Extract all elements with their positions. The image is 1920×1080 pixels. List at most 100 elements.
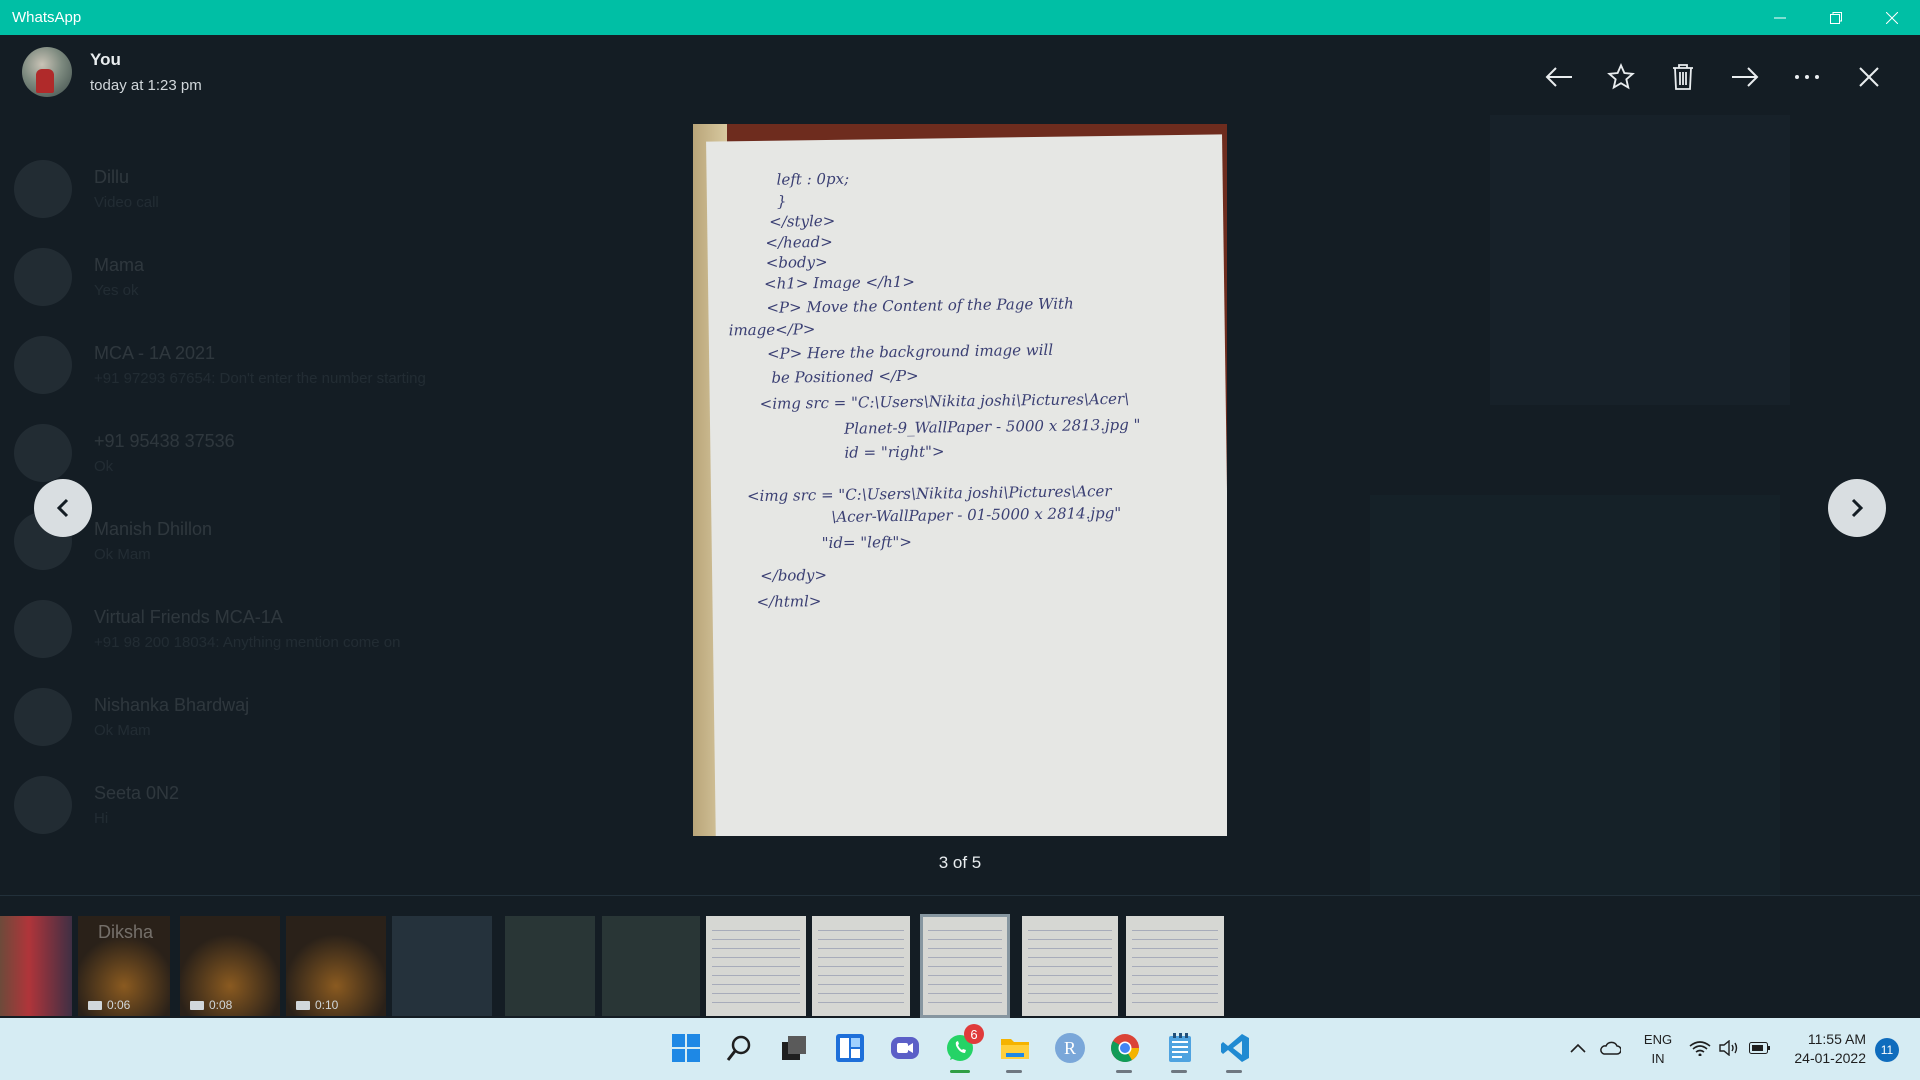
- close-viewer-button[interactable]: [1838, 55, 1900, 99]
- media-image: left : 0px;} </style> </head> <body> <h1> Im…: [693, 124, 1227, 836]
- search-button[interactable]: [722, 1030, 758, 1066]
- cloud-icon: [1600, 1041, 1621, 1055]
- chat-text: +91 95438 37536 Ok: [94, 431, 235, 475]
- chat-text: Seeta 0N2 Hi: [94, 783, 179, 827]
- background-chat-row: +91 95438 37536 Ok: [0, 409, 600, 497]
- video-camera-icon: [190, 1000, 204, 1010]
- image-thumbnail[interactable]: [706, 916, 806, 1016]
- more-options-button[interactable]: [1776, 55, 1838, 99]
- task-view-icon: [782, 1036, 806, 1060]
- handwritten-line: <img src = "C:\Users\Nikita joshi\Pictur…: [759, 389, 1130, 413]
- chevron-right-icon: [1851, 498, 1864, 518]
- star-button[interactable]: [1590, 55, 1652, 99]
- clock[interactable]: 11:55 AM 24-01-2022: [1786, 1030, 1866, 1068]
- chat-text: Manish Dhillon Ok Mam: [94, 519, 212, 563]
- show-hidden-icons-button[interactable]: [1562, 1030, 1594, 1066]
- close-icon: [1859, 67, 1879, 87]
- video-duration: 0:10: [296, 998, 338, 1012]
- handwritten-line: <body>: [765, 252, 828, 272]
- notification-count-badge[interactable]: 11: [1875, 1038, 1899, 1062]
- r-app-button[interactable]: R: [1052, 1030, 1088, 1066]
- language-code: ENG: [1643, 1032, 1673, 1047]
- handwritten-line: \Acer-WallPaper - 01-5000 x 2814.jpg": [831, 503, 1122, 526]
- widgets-button[interactable]: [832, 1030, 868, 1066]
- wifi-icon: [1689, 1041, 1711, 1056]
- volume-button[interactable]: [1714, 1030, 1746, 1066]
- background-panel: [1370, 495, 1780, 895]
- video-thumbnail[interactable]: Diksha 0:06: [78, 916, 170, 1016]
- duration-label: 0:10: [315, 998, 339, 1012]
- chat-name: Mama: [94, 255, 145, 275]
- handwritten-line: </body>: [760, 565, 828, 585]
- next-media-button[interactable]: [1828, 479, 1886, 537]
- clock-date: 24-01-2022: [1794, 1050, 1866, 1066]
- video-thumbnail[interactable]: 0:08: [180, 916, 280, 1016]
- start-button[interactable]: [668, 1030, 704, 1066]
- image-thumbnail[interactable]: [1126, 916, 1224, 1016]
- image-thumbnail[interactable]: [392, 916, 492, 1016]
- image-thumbnail[interactable]: [505, 916, 595, 1016]
- notepad-button[interactable]: [1162, 1030, 1198, 1066]
- chevron-up-icon: [1570, 1043, 1586, 1053]
- previous-media-button[interactable]: [34, 479, 92, 537]
- arrow-right-icon: [1732, 67, 1759, 87]
- image-thumbnail[interactable]: [1022, 916, 1118, 1016]
- input-language-indicator[interactable]: ENG IN: [1638, 1030, 1678, 1068]
- handwritten-line: </html>: [756, 592, 822, 611]
- restore-button[interactable]: [1808, 0, 1864, 35]
- image-thumbnail[interactable]: [602, 916, 700, 1016]
- chat-text: Nishanka Bhardwaj Ok Mam: [94, 695, 249, 739]
- vscode-icon: [1221, 1034, 1249, 1062]
- background-chat-row: Virtual Friends MCA-1A +91 98 200 18034: …: [0, 585, 600, 673]
- handwritten-line: </style>: [769, 211, 836, 231]
- handwritten-line: id = "right">: [844, 442, 945, 462]
- forward-button[interactable]: [1714, 55, 1776, 99]
- back-button[interactable]: [1528, 55, 1590, 99]
- wifi-button[interactable]: [1684, 1030, 1716, 1066]
- minimize-button[interactable]: [1752, 0, 1808, 35]
- handwritten-line: be Positioned </P>: [771, 366, 919, 387]
- sender-name: You: [90, 50, 121, 69]
- chat-preview: +91 98 200 18034: Anything mention come …: [94, 634, 401, 651]
- running-indicator: [1226, 1070, 1242, 1073]
- chat-preview: Ok: [94, 458, 114, 475]
- avatar[interactable]: [22, 47, 72, 97]
- onedrive-button[interactable]: [1594, 1030, 1626, 1066]
- battery-button[interactable]: [1744, 1030, 1776, 1066]
- minimize-icon: [1774, 17, 1786, 18]
- thumbnail-overlay-text: Diksha: [98, 922, 154, 942]
- message-timestamp: today at 1:23 pm: [90, 77, 202, 94]
- chat-name: Seeta 0N2: [94, 783, 180, 803]
- trash-icon: [1673, 64, 1693, 90]
- restore-icon: [1830, 11, 1842, 24]
- delete-button[interactable]: [1652, 55, 1714, 99]
- file-explorer-button[interactable]: [997, 1030, 1033, 1066]
- image-thumbnail[interactable]: [812, 916, 910, 1016]
- handwritten-line: Planet-9_WallPaper - 5000 x 2813.jpg ": [843, 415, 1141, 438]
- media-viewer: Dillu Video call Mama Yes ok MCA - 1A 2021 +9…: [0, 35, 1920, 1018]
- background-chat-row: Dillu Video call: [0, 145, 600, 233]
- handwritten-line: <P> Here the background image will: [766, 340, 1054, 363]
- ellipsis-icon: [1795, 75, 1819, 79]
- document-preview: [712, 922, 800, 1010]
- whatsapp-taskbar-button[interactable]: 6: [942, 1024, 984, 1066]
- task-view-button[interactable]: [776, 1030, 812, 1066]
- image-thumbnail[interactable]: [920, 914, 1010, 1018]
- vscode-button[interactable]: [1217, 1030, 1253, 1066]
- close-window-button[interactable]: [1864, 0, 1920, 35]
- viewer-toolbar: [1528, 55, 1900, 99]
- chat-preview: Video call: [94, 194, 159, 211]
- video-camera-icon: [88, 1000, 102, 1010]
- avatar: [14, 600, 72, 658]
- video-thumbnail[interactable]: 0:10: [286, 916, 386, 1016]
- chat-name: Nishanka Bhardwaj: [94, 695, 250, 715]
- speaker-icon: [1719, 1040, 1738, 1056]
- chrome-button[interactable]: [1107, 1030, 1143, 1066]
- media-counter: 3 of 5: [938, 853, 982, 872]
- image-thumbnail[interactable]: [0, 916, 72, 1016]
- document-preview: [1132, 922, 1218, 1010]
- chat-text: Dillu Video call: [94, 167, 159, 211]
- chat-name: Dillu: [94, 167, 130, 187]
- teams-chat-button[interactable]: [887, 1030, 923, 1066]
- avatar: [14, 160, 72, 218]
